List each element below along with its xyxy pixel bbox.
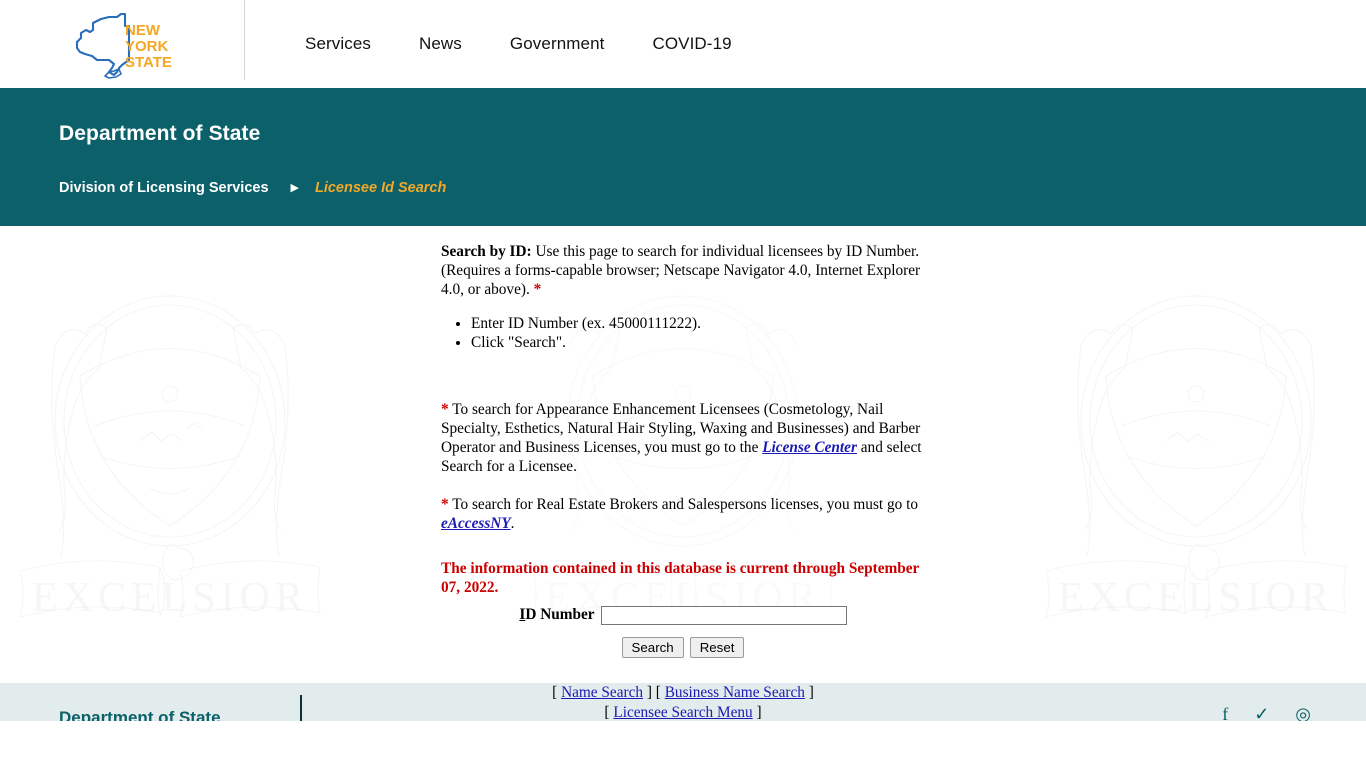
search-panel: Search by ID: Use this page to search fo… xyxy=(441,226,925,721)
bracket-close: ] xyxy=(756,703,762,721)
related-links-row-1: [ Name Search ] [ Business Name Search ] xyxy=(441,684,925,702)
note1-asterisk: * xyxy=(441,401,449,419)
bracket-open: [ xyxy=(655,684,661,702)
nav-item-government[interactable]: Government xyxy=(486,0,629,88)
svg-text:EXCELSIOR: EXCELSIOR xyxy=(32,575,308,621)
instagram-icon[interactable]: ◎ xyxy=(1295,705,1311,721)
agency-title: Department of State xyxy=(59,122,261,145)
agency-band: Department of State Division of Licensin… xyxy=(0,88,1366,226)
name-search-link[interactable]: Name Search xyxy=(561,684,643,701)
related-links-row-2: [ Licensee Search Menu ] xyxy=(441,704,925,721)
licensee-search-menu-link[interactable]: Licensee Search Menu xyxy=(613,704,752,721)
bracket-close: ] xyxy=(646,684,652,702)
form-buttons: Search Reset xyxy=(441,637,925,659)
svg-text:YORK: YORK xyxy=(125,38,169,55)
search-button[interactable]: Search xyxy=(621,637,684,659)
id-number-input[interactable] xyxy=(600,606,847,626)
footer-agency-name: Department of State xyxy=(59,708,221,721)
appearance-enhancement-note: * To search for Appearance Enhancement L… xyxy=(441,401,925,476)
eaccessny-link[interactable]: eAccessNY xyxy=(441,515,511,532)
id-number-label-rest: D Number xyxy=(525,606,595,624)
state-seal-watermark-right: EXCELSIOR xyxy=(1045,295,1347,621)
bracket-close: ] xyxy=(808,684,814,702)
id-number-label: ID Number xyxy=(519,606,594,623)
note2-text-before-link: To search for Real Estate Brokers and Sa… xyxy=(448,496,919,514)
note2-text-after-link: . xyxy=(510,515,515,533)
id-number-form-row: ID Number xyxy=(441,606,925,626)
reset-button[interactable]: Reset xyxy=(689,637,745,659)
nav-item-services[interactable]: Services xyxy=(281,0,395,88)
header-divider xyxy=(244,0,245,80)
svg-text:STATE: STATE xyxy=(125,54,172,71)
real-estate-note: * To search for Real Estate Brokers and … xyxy=(441,496,925,534)
site-header: NEW YORK STATE Services News Government … xyxy=(0,0,1366,88)
business-name-search-link[interactable]: Business Name Search xyxy=(665,684,805,701)
svg-text:EXCELSIOR: EXCELSIOR xyxy=(1058,575,1334,621)
facebook-icon[interactable]: f xyxy=(1222,705,1228,721)
license-center-link[interactable]: License Center xyxy=(762,439,857,456)
step-item: Enter ID Number (ex. 45000111222). xyxy=(471,315,925,333)
nav-item-news[interactable]: News xyxy=(395,0,486,88)
intro-asterisk: * xyxy=(533,280,542,298)
ny-state-logo-svg: NEW YORK STATE xyxy=(75,12,172,79)
breadcrumb: Division of Licensing Services ▶ License… xyxy=(59,146,1366,196)
nav-item-covid19[interactable]: COVID-19 xyxy=(628,0,755,88)
footer-divider xyxy=(300,695,302,721)
breadcrumb-parent-link[interactable]: Division of Licensing Services xyxy=(59,180,269,196)
main-content: EXCELSIOR EXCELSIOR xyxy=(0,226,1366,721)
bracket-open: [ xyxy=(604,703,610,721)
footer-social-links: f ✓ ◎ xyxy=(1222,705,1311,721)
ny-state-logo[interactable]: NEW YORK STATE xyxy=(0,0,245,88)
primary-nav: Services News Government COVID-19 xyxy=(281,0,756,88)
steps-list: Enter ID Number (ex. 45000111222). Click… xyxy=(441,315,925,352)
database-currency-notice: The information contained in this databa… xyxy=(441,560,920,596)
note2-asterisk: * xyxy=(441,496,449,514)
state-seal-watermark-left: EXCELSIOR xyxy=(19,295,321,621)
related-search-links: [ Name Search ] [ Business Name Search ]… xyxy=(441,684,925,721)
intro-label: Search by ID: xyxy=(441,243,532,260)
intro-paragraph: Search by ID: Use this page to search fo… xyxy=(441,243,925,299)
bracket-open: [ xyxy=(552,684,558,702)
step-item: Click "Search". xyxy=(471,334,925,352)
breadcrumb-current: Licensee Id Search xyxy=(314,180,447,196)
twitter-icon[interactable]: ✓ xyxy=(1254,705,1269,721)
svg-text:NEW: NEW xyxy=(125,22,161,39)
breadcrumb-arrow-icon: ▶ xyxy=(290,181,299,194)
